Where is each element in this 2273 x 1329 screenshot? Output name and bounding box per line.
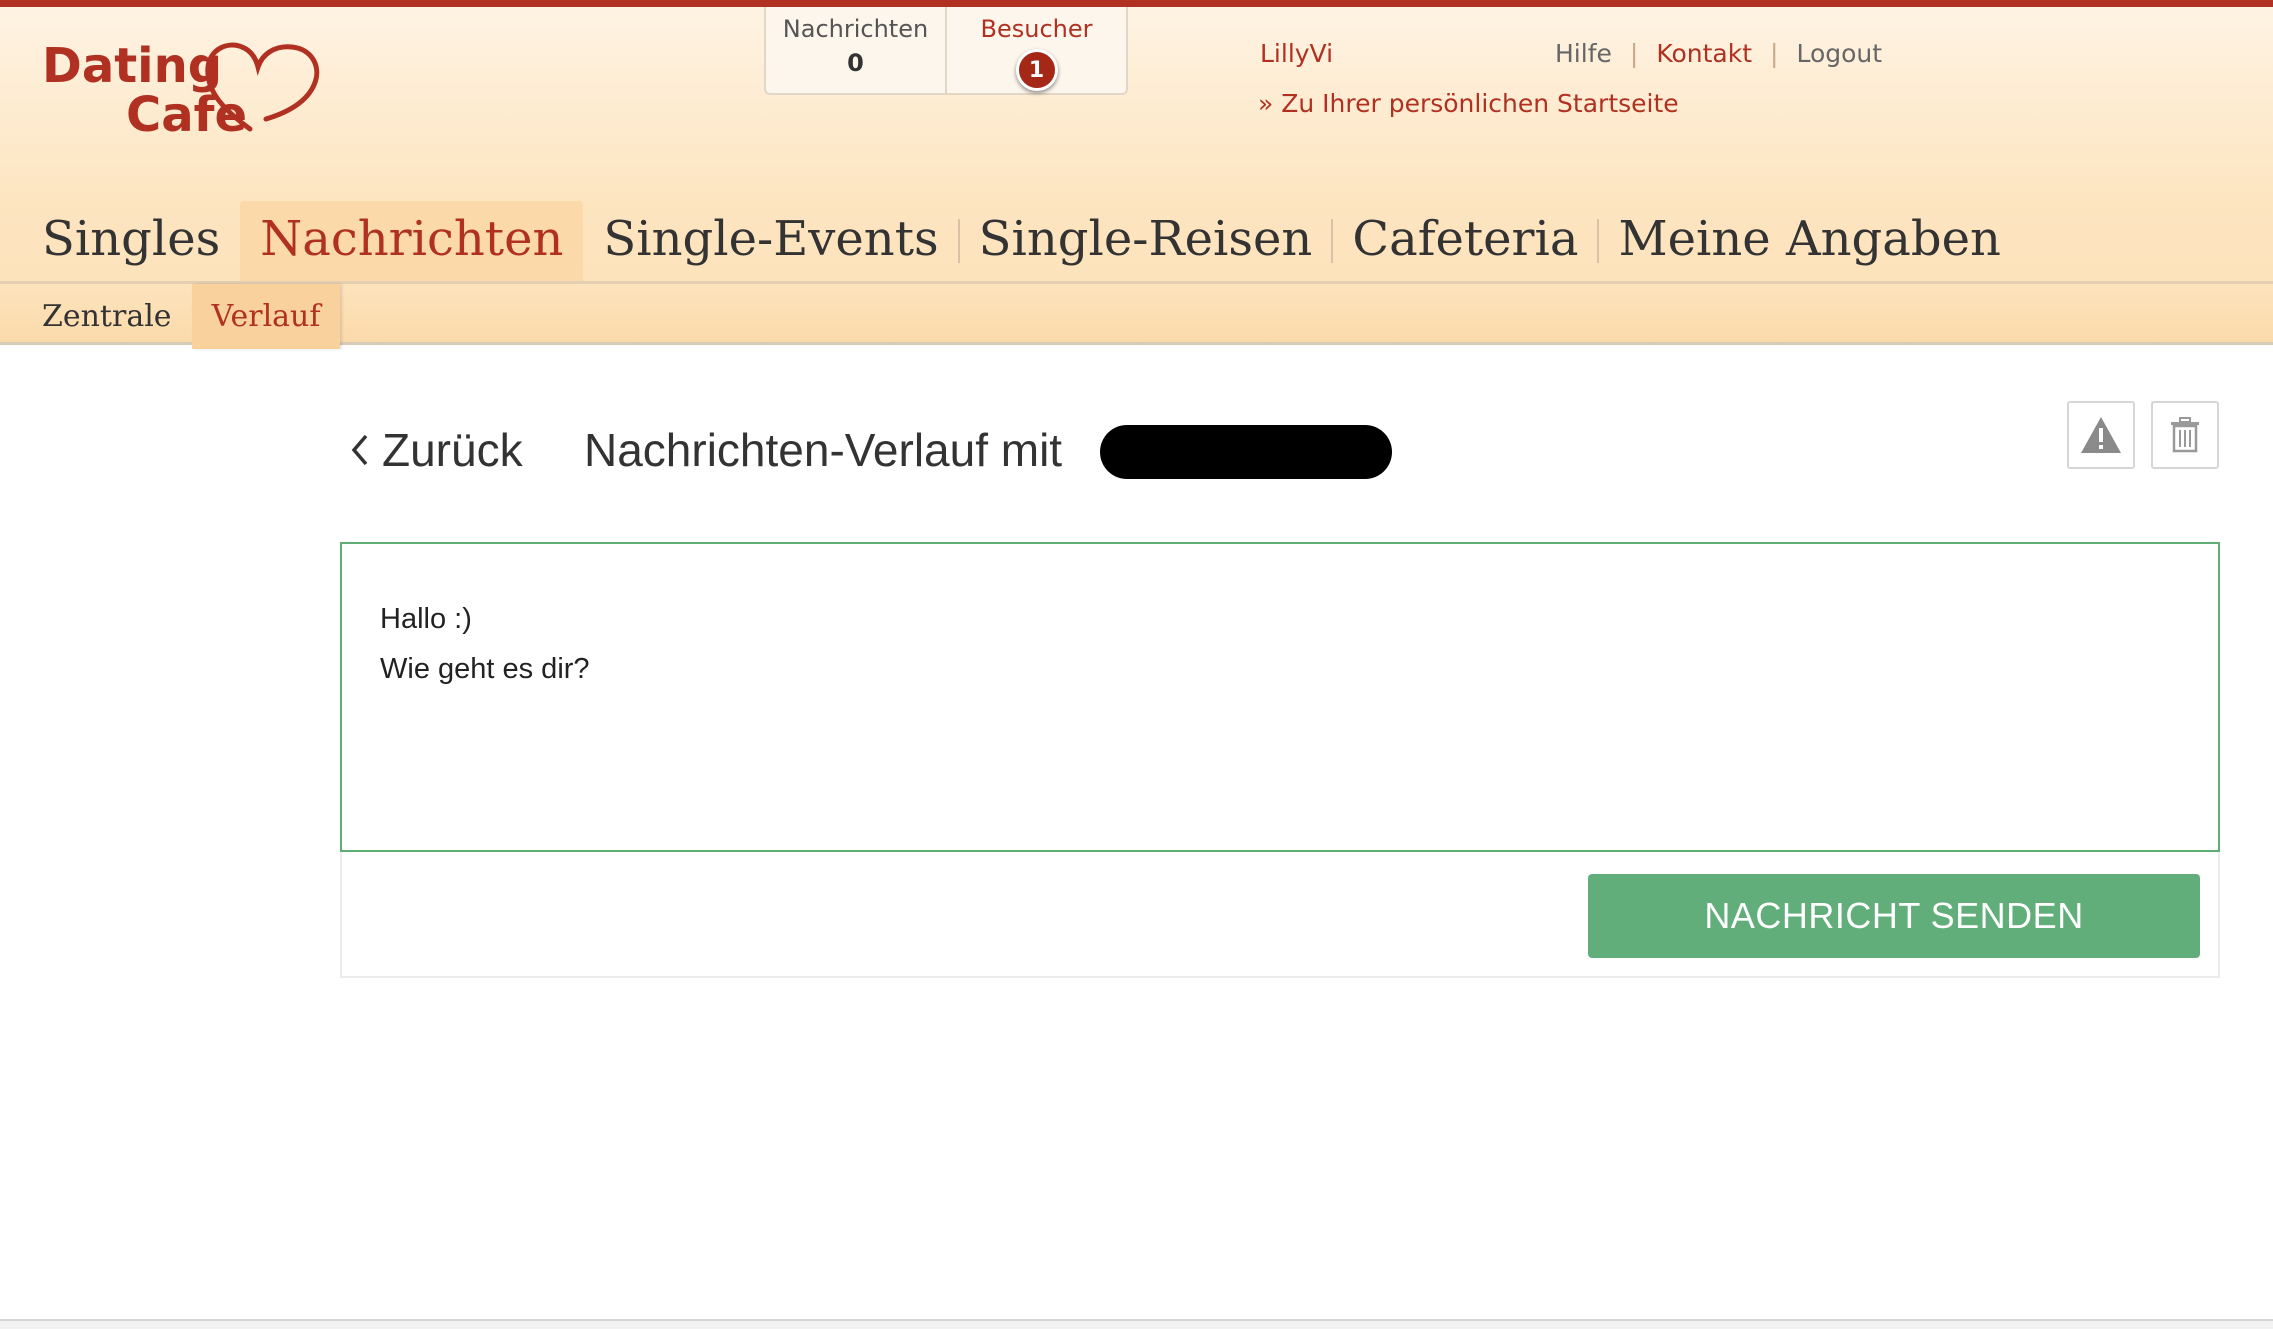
logout-link[interactable]: Logout [1796, 39, 1882, 68]
delete-button[interactable] [2151, 401, 2219, 469]
contact-link[interactable]: Kontakt [1656, 39, 1752, 68]
chevron-left-icon [351, 434, 368, 466]
nav-label: Nachrichten [260, 211, 564, 267]
sub-nav: Zentrale Verlauf [22, 284, 341, 349]
username-link[interactable]: LillyVi [1260, 39, 1333, 68]
messages-counter-label: Nachrichten [782, 15, 929, 43]
nav-label: Cafeteria [1352, 211, 1579, 267]
subnav-verlauf[interactable]: Verlauf [191, 284, 341, 349]
link-separator: | [1629, 39, 1639, 68]
nav-single-reisen[interactable]: Single-Reisen [959, 201, 1334, 281]
help-link[interactable]: Hilfe [1555, 39, 1612, 68]
visitors-counter-label: Besucher [980, 15, 1093, 43]
visitors-counter[interactable]: Besucher 1 [945, 7, 1126, 93]
meta-links: Hilfe | Kontakt | Logout [1555, 39, 1882, 68]
warning-triangle-icon [2081, 417, 2121, 453]
back-label: Zurück [382, 424, 523, 476]
logo-text-dating: Dating [42, 38, 223, 94]
send-message-button[interactable]: NACHRICHT SENDEN [1588, 874, 2200, 958]
nav-label: Singles [42, 211, 221, 267]
nav-meine-angaben[interactable]: Meine Angaben [1598, 201, 2020, 281]
message-textarea[interactable]: Hallo :) Wie geht es dir? [340, 542, 2220, 852]
conversation-title: Nachrichten-Verlauf mit [584, 424, 1063, 476]
nav-nachrichten[interactable]: Nachrichten [240, 201, 584, 281]
heart-icon [205, 42, 320, 132]
subnav-zentrale[interactable]: Zentrale [22, 284, 192, 349]
nav-single-events[interactable]: Single-Events [583, 201, 960, 281]
messages-counter-value: 0 [847, 49, 864, 77]
back-link[interactable]: Zurück [350, 423, 523, 477]
messages-counter[interactable]: Nachrichten 0 [766, 7, 945, 93]
counter-box: Nachrichten 0 Besucher 1 [764, 7, 1128, 95]
nav-label: Meine Angaben [1618, 211, 2001, 267]
redacted-username [1100, 425, 1392, 479]
nav-cafeteria[interactable]: Cafeteria [1332, 201, 1600, 281]
dating-cafe-logo[interactable]: Dating Cafe [42, 37, 320, 147]
nav-label: Single-Events [603, 211, 939, 267]
trash-icon [2171, 417, 2199, 453]
visitors-badge: 1 [1015, 49, 1058, 91]
link-separator: | [1770, 39, 1779, 68]
startseite-link[interactable]: » Zu Ihrer persönlichen Startseite [1258, 89, 1679, 118]
main-nav: Singles Nachrichten Single-Events Single… [22, 201, 2021, 281]
window-bottom-edge [0, 1319, 2273, 1329]
report-button[interactable] [2067, 401, 2135, 469]
nav-singles[interactable]: Singles [22, 201, 240, 281]
nav-divider-line [0, 281, 2273, 284]
nav-label: Single-Reisen [978, 211, 1313, 267]
site-header: Dating Cafe Nachrichten 0 Besucher 1 Lil… [0, 0, 2273, 349]
